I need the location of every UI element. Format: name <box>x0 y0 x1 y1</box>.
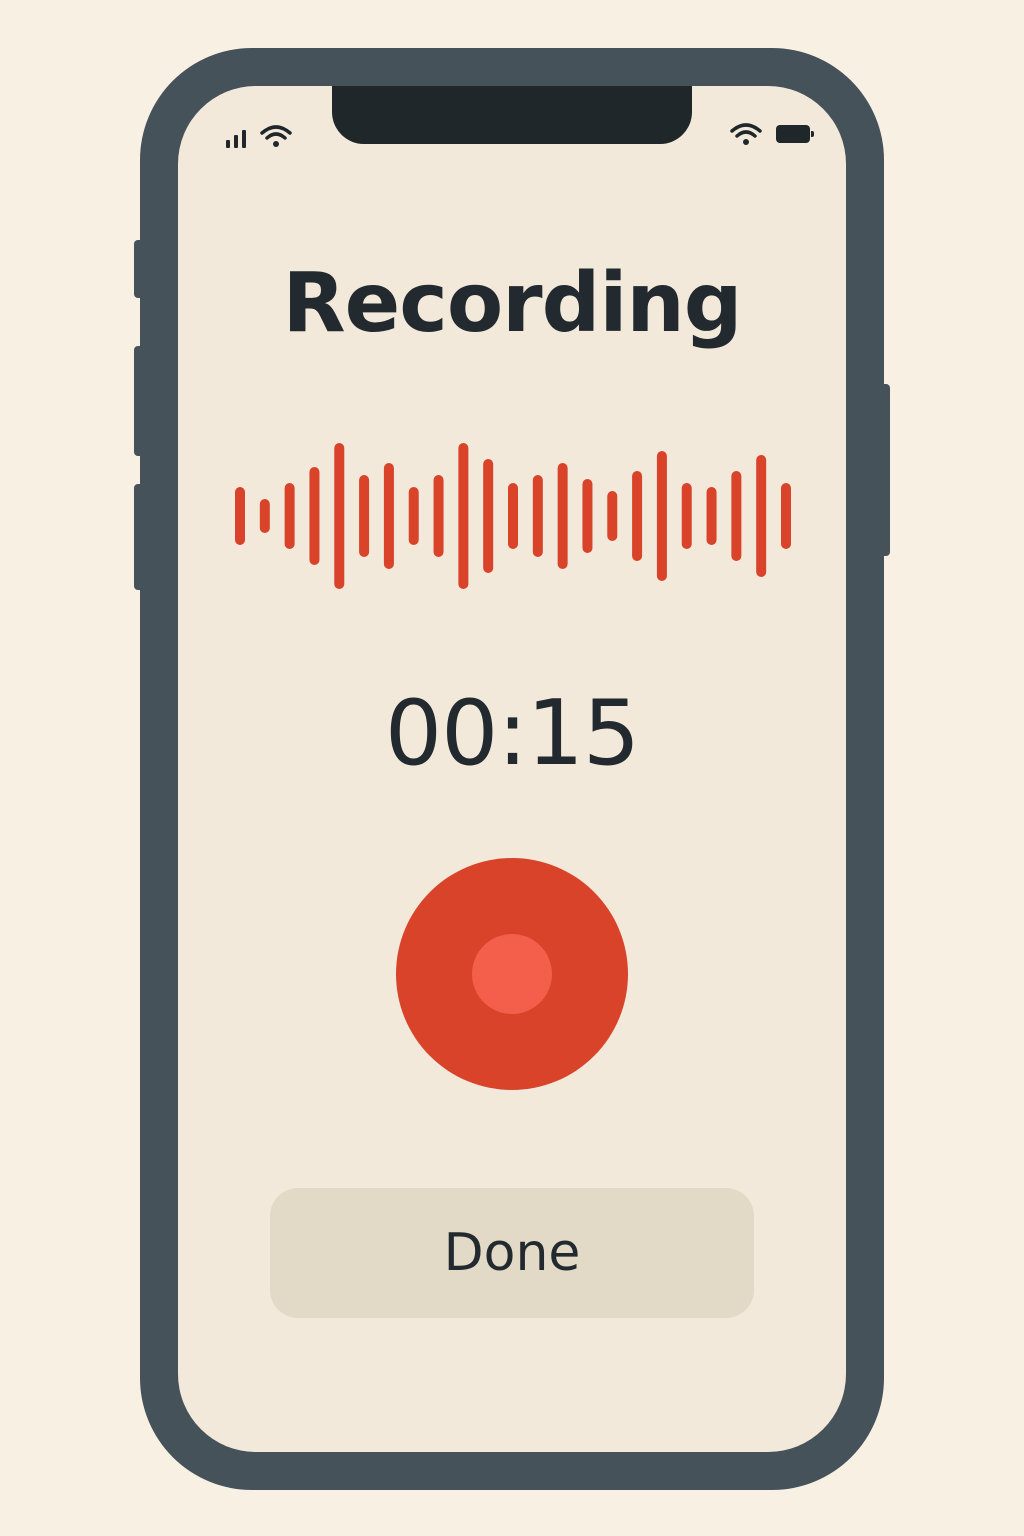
battery-icon <box>776 125 814 143</box>
record-indicator-dot <box>472 934 552 1014</box>
status-bar-left <box>226 124 292 148</box>
status-bar-right <box>730 122 814 146</box>
done-button[interactable]: Done <box>270 1188 754 1318</box>
cellular-signal-icon <box>226 128 246 148</box>
canvas: Recording 00:15 Done <box>0 0 1024 1536</box>
audio-waveform <box>235 443 791 589</box>
page-title: Recording <box>282 256 742 351</box>
done-button-label: Done <box>443 1223 581 1283</box>
phone-screen: Recording 00:15 Done <box>178 86 846 1452</box>
recording-timer: 00:15 <box>384 681 640 786</box>
wifi-icon <box>260 125 292 147</box>
notch <box>332 86 692 144</box>
wifi-icon <box>730 123 762 145</box>
record-button[interactable] <box>396 858 628 1090</box>
